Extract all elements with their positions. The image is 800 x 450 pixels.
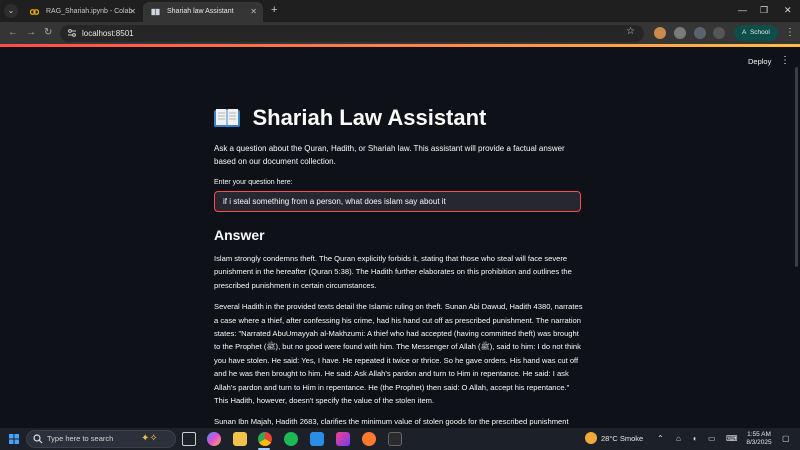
- spotify-icon[interactable]: [284, 432, 298, 446]
- extension-icon[interactable]: [674, 27, 686, 39]
- browser-menu-icon[interactable]: ⋮: [785, 27, 795, 39]
- tab-shariah-assistant[interactable]: Shariah law Assistant ✕: [143, 2, 263, 22]
- profile-initial: A: [742, 29, 747, 36]
- page-title-row: Shariah Law Assistant: [214, 105, 486, 133]
- extension-icon[interactable]: [654, 27, 666, 39]
- intro-text: Ask a question about the Quran, Hadith, …: [214, 144, 565, 166]
- back-button[interactable]: ←: [8, 26, 18, 40]
- page-title: Shariah Law Assistant: [252, 105, 487, 130]
- search-icon: [33, 434, 43, 444]
- bookmark-star-icon[interactable]: ☆: [626, 26, 635, 37]
- app-menu-icon[interactable]: ⋮: [780, 55, 790, 67]
- new-tab-button[interactable]: +: [271, 3, 277, 17]
- answer-paragraph: Several Hadith in the provided texts det…: [214, 302, 583, 406]
- chevron-up-icon[interactable]: ⌃: [657, 433, 664, 445]
- answer-heading: Answer: [214, 227, 265, 243]
- postman-icon[interactable]: [362, 432, 376, 446]
- extensions-puzzle-icon[interactable]: [713, 27, 725, 39]
- site-info-icon[interactable]: [67, 28, 77, 38]
- minimize-button[interactable]: —: [738, 4, 747, 16]
- tab-colab[interactable]: RAG_Shariah.ipynb - Colab ✕: [22, 2, 142, 22]
- vscode-icon[interactable]: [310, 432, 324, 446]
- answer-paragraph: Islam strongly condemns theft. The Quran…: [214, 254, 572, 290]
- notification-icon[interactable]: ▢: [782, 433, 790, 445]
- close-window-button[interactable]: ✕: [784, 4, 792, 16]
- browser-toolbar: ← → ↻ localhost:8501 ☆ A School ⋮: [0, 22, 800, 44]
- battery-icon[interactable]: ▭: [708, 433, 716, 445]
- clock-date: 8/3/2025: [746, 439, 772, 446]
- tab-label: RAG_Shariah.ipynb - Colab: [46, 8, 133, 15]
- app-main: Deploy ⋮ Shariah Law Assistant Ask a que…: [0, 47, 800, 428]
- deploy-button[interactable]: Deploy: [748, 57, 771, 67]
- restore-button[interactable]: ❐: [760, 4, 768, 16]
- extension-icon[interactable]: [694, 27, 706, 39]
- clock[interactable]: 1:55 AM 8/3/2025: [745, 431, 773, 447]
- open-book-icon: [214, 109, 240, 127]
- scrollbar[interactable]: [795, 67, 798, 267]
- clock-time: 1:55 AM: [747, 431, 771, 438]
- browser-tab-strip: ⌄ RAG_Shariah.ipynb - Colab ✕ Shariah la…: [0, 0, 800, 22]
- chrome-icon[interactable]: [258, 432, 272, 446]
- windows-start-icon[interactable]: [9, 434, 19, 444]
- answer-paragraph: Sunan Ibn Majah, Hadith 2683, clarifies …: [214, 417, 569, 427]
- profile-label: School: [749, 29, 770, 36]
- terminal-icon[interactable]: [388, 432, 402, 446]
- search-highlight-icon: ✦✧: [141, 433, 158, 444]
- search-placeholder: Type here to search: [47, 434, 114, 443]
- taskbar: Type here to search ✦✧ 28°C Smoke ⌃ ⌂ ◖ …: [0, 428, 800, 450]
- language-icon[interactable]: ⌨: [726, 433, 738, 445]
- profile-button[interactable]: A School: [734, 25, 778, 41]
- weather-text[interactable]: 28°C Smoke: [601, 428, 643, 450]
- answer-body: Islam strongly condemns theft. The Quran…: [214, 252, 584, 437]
- reload-button[interactable]: ↻: [44, 26, 52, 40]
- close-icon[interactable]: ✕: [129, 2, 136, 22]
- forward-button[interactable]: →: [26, 26, 36, 40]
- task-view-icon[interactable]: [182, 432, 196, 446]
- speaker-icon[interactable]: ◖: [692, 433, 697, 445]
- file-explorer-icon[interactable]: [233, 432, 247, 446]
- address-bar[interactable]: localhost:8501 ☆: [60, 25, 644, 42]
- book-icon: [151, 8, 160, 16]
- tab-label: Shariah law Assistant: [167, 8, 234, 15]
- tab-search-button[interactable]: ⌄: [4, 4, 18, 18]
- jetbrains-icon[interactable]: [336, 432, 350, 446]
- weather-icon[interactable]: [585, 432, 597, 444]
- question-input[interactable]: [214, 191, 581, 212]
- copilot-icon[interactable]: [207, 432, 221, 446]
- network-icon[interactable]: ⌂: [676, 433, 681, 445]
- close-icon[interactable]: ✕: [250, 2, 257, 22]
- taskbar-search-box[interactable]: Type here to search ✦✧: [26, 430, 176, 448]
- url-text: localhost:8501: [82, 29, 134, 38]
- question-label: Enter your question here:: [214, 179, 293, 186]
- colab-icon: [30, 9, 39, 15]
